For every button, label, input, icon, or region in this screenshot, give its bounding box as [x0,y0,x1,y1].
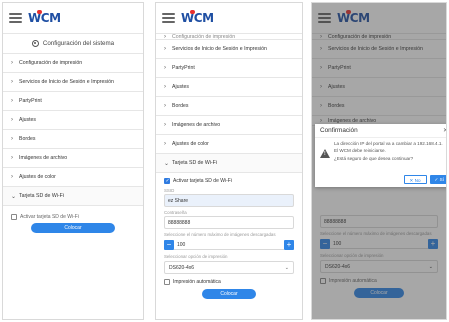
section-title: Configuración del sistema [3,34,143,54]
dialog-title: Confirmación [320,127,358,134]
chevron-right-icon: › [164,122,166,128]
panel-wifi-sd-expanded: WCM › Configuración de impresión › Servici… [155,2,303,320]
panel-system-settings: WCM Configuración del sistema › Configura… [2,2,144,320]
menu-icon[interactable] [162,13,175,23]
accordion-print-settings[interactable]: › Configuración de impresión [3,54,143,73]
accordion-color-settings[interactable]: › Ajustes de color [3,168,143,187]
app-header: WCM [3,3,143,34]
max-images-stepper: − 100 + [164,239,294,251]
chevron-right-icon: › [164,141,166,147]
accordion-wifi-sd-card[interactable]: ⌄ Tarjeta SD de Wi-Fi [156,154,302,173]
wcm-logo: WCM [181,10,214,25]
password-label: Contraseña [164,210,187,215]
accordion-file-images[interactable]: › Imágenes de archivo [156,116,302,135]
decrement-button[interactable]: − [164,240,174,250]
ssid-field[interactable]: ez Share [164,194,294,207]
warning-icon: ! [320,149,330,158]
chevron-right-icon: › [164,46,166,52]
confirmation-dialog: Confirmación ✕ ! La dirección IP del por… [315,124,446,187]
close-icon[interactable]: ✕ [443,127,446,134]
chevron-down-icon: ⌄ [284,264,289,271]
chevron-right-icon: › [164,103,166,109]
chevron-right-icon: › [11,98,13,104]
chevron-right-icon: › [164,65,166,71]
enable-wifi-sd-label: Activar tarjeta SD de Wi-Fi [173,178,232,184]
dialog-line-restart: El WCM debe reiniciarse. [334,148,386,153]
chevron-right-icon: › [11,117,13,123]
max-images-label: Seleccione el número máximo de imágenes … [164,232,276,237]
chevron-right-icon: › [11,174,13,180]
chevron-right-icon: › [164,84,166,90]
dialog-body: ! La dirección IP del portal va a cambia… [315,138,446,162]
dialog-buttons: ✕ No ✓ Sí [403,175,446,184]
auto-print-label: Impresión automática [173,279,221,285]
ssid-label: SSID [164,188,175,193]
accordion-borders[interactable]: › Bordes [3,130,143,149]
save-button[interactable]: Colocar [31,223,115,233]
no-button[interactable]: ✕ No [403,175,427,184]
printer-option-label: Seleccionar opción de impresión [164,254,228,259]
auto-print-row: Impresión automática [156,279,302,285]
panel-confirmation: WCM › Configuración de impresión › Servici… [311,2,447,320]
accordion-adjustments[interactable]: › Ajustes [156,78,302,97]
accordion-partyprint[interactable]: › PartyPrint [156,59,302,78]
accordion-wifi-sd-card[interactable]: ⌄ Tarjeta SD de Wi-Fi [3,187,143,206]
accordion-file-images[interactable]: › Imágenes de archivo [3,149,143,168]
accordion-adjustments[interactable]: › Ajustes [3,111,143,130]
password-field[interactable]: 88888888 [164,216,294,229]
increment-button[interactable]: + [284,240,294,250]
chevron-down-icon: ⌄ [11,193,17,200]
printer-option-select[interactable]: DS620-4x6 ⌄ [164,261,294,274]
accordion-partyprint[interactable]: › PartyPrint [3,92,143,111]
dialog-header: Confirmación ✕ [315,124,446,138]
chevron-right-icon: › [11,79,13,85]
enable-wifi-sd-label: Activar tarjeta SD de Wi-Fi [20,214,79,220]
chevron-right-icon: › [11,155,13,161]
enable-wifi-sd-row: Activar tarjeta SD de Wi-Fi [156,178,302,184]
auto-print-checkbox[interactable] [164,279,170,285]
yes-button[interactable]: ✓ Sí [429,175,446,184]
save-button[interactable]: Colocar [202,289,256,299]
section-title-label: Configuración del sistema [42,40,115,47]
accordion-login-print-services[interactable]: › Servicios de Inicio de Sesión e Impresi… [156,40,302,59]
gear-icon [31,40,39,47]
accordion-borders[interactable]: › Bordes [156,97,302,116]
dialog-line-ip: La dirección IP del portal va a cambiar … [334,141,443,146]
chevron-down-icon: ⌄ [164,160,170,167]
max-images-value[interactable]: 100 [174,240,284,250]
chevron-right-icon: › [11,136,13,142]
enable-wifi-sd-checkbox[interactable] [164,178,170,184]
menu-icon[interactable] [9,13,22,23]
app-header: WCM [156,3,302,34]
enable-wifi-sd-row: Activar tarjeta SD de Wi-Fi [3,214,143,220]
accordion-color-settings[interactable]: › Ajustes de color [156,135,302,154]
enable-wifi-sd-checkbox[interactable] [11,214,17,220]
dialog-line-confirm: ¿Está seguro de que desea continuar? [334,156,414,161]
accordion-login-print-services[interactable]: › Servicios de Inicio de Sesión e Impresi… [3,73,143,92]
chevron-right-icon: › [11,60,13,66]
wcm-logo: WCM [28,10,61,25]
